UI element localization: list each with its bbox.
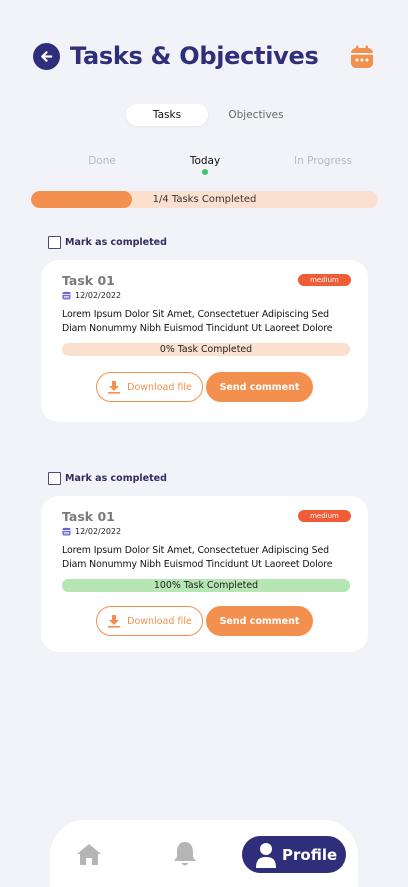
task-progress-bar: 100% Task Completed (62, 579, 350, 592)
user-icon (256, 842, 276, 868)
mark-completed-checkbox[interactable] (48, 471, 61, 485)
mark-completed-checkbox[interactable] (48, 235, 61, 249)
download-file-button[interactable]: Download file (96, 372, 203, 402)
calendar-small-icon (62, 291, 71, 300)
overall-progress-bar: 1/4 Tasks Completed (31, 191, 378, 208)
overall-progress-label: 1/4 Tasks Completed (152, 194, 257, 205)
task-card: Task 01 medium 12/02/2022 Lorem Ipsum Do… (41, 260, 368, 422)
nav-home[interactable] (76, 842, 102, 866)
task-date: 12/02/2022 (62, 527, 121, 536)
mark-completed-label: Mark as completed (65, 472, 167, 484)
send-comment-button[interactable]: Send comment (206, 372, 313, 402)
tab-today[interactable]: Today (178, 155, 232, 167)
task-date-text: 12/02/2022 (75, 527, 122, 536)
task-date: 12/02/2022 (62, 291, 121, 300)
calendar-icon (351, 45, 373, 68)
arrow-left-icon (41, 51, 53, 62)
bell-icon (174, 842, 196, 866)
nav-notifications[interactable] (172, 840, 198, 868)
segment-tasks[interactable]: Tasks (126, 104, 208, 126)
priority-badge: medium (298, 274, 351, 286)
download-icon (108, 615, 121, 628)
task-date-text: 12/02/2022 (75, 291, 122, 300)
home-icon (77, 844, 101, 865)
task-description: Lorem Ipsum Dolor Sit Amet, Consectetuer… (62, 545, 333, 570)
bottom-nav: Profile (50, 820, 358, 887)
download-file-label: Download file (127, 615, 192, 627)
tab-in-progress[interactable]: In Progress (286, 155, 360, 167)
download-file-label: Download file (127, 381, 192, 393)
task-description: Lorem Ipsum Dolor Sit Amet, Consectetuer… (62, 309, 333, 334)
download-icon (108, 381, 121, 394)
task-title: Task 01 (62, 273, 115, 288)
segmented-control: Tasks Objectives (126, 104, 290, 126)
tab-done[interactable]: Done (80, 155, 124, 167)
task-title: Task 01 (62, 509, 115, 524)
task-progress-bar: 0% Task Completed (62, 343, 350, 356)
header: Tasks & Objectives (33, 42, 375, 72)
active-tab-indicator (202, 169, 208, 175)
calendar-button[interactable] (349, 44, 375, 70)
nav-profile[interactable]: Profile (242, 836, 346, 873)
mark-completed-row[interactable]: Mark as completed (48, 471, 167, 485)
task-card: Task 01 medium 12/02/2022 Lorem Ipsum Do… (41, 496, 368, 652)
task-progress-label: 0% Task Completed (159, 344, 253, 355)
page-title: Tasks & Objectives (70, 42, 319, 70)
calendar-small-icon (62, 527, 71, 536)
back-button[interactable] (33, 43, 60, 70)
mark-completed-label: Mark as completed (65, 236, 167, 248)
send-comment-button[interactable]: Send comment (206, 606, 313, 636)
segment-objectives[interactable]: Objectives (214, 104, 298, 126)
profile-label: Profile (282, 845, 338, 864)
mark-completed-row[interactable]: Mark as completed (48, 235, 167, 249)
task-progress-label: 100% Task Completed (153, 580, 259, 591)
download-file-button[interactable]: Download file (96, 606, 203, 636)
priority-badge: medium (298, 510, 351, 522)
